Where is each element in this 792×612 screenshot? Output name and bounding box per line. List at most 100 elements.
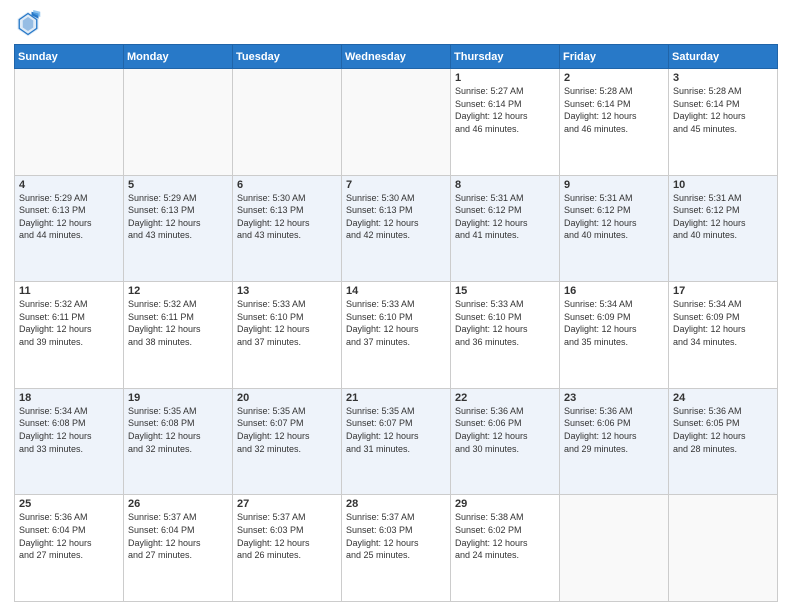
page: SundayMondayTuesdayWednesdayThursdayFrid… [0, 0, 792, 612]
day-number: 7 [346, 179, 446, 191]
day-info: Sunrise: 5:35 AM Sunset: 6:07 PM Dayligh… [346, 405, 446, 455]
day-number: 5 [128, 179, 228, 191]
day-info: Sunrise: 5:37 AM Sunset: 6:03 PM Dayligh… [346, 511, 446, 561]
calendar-day-27: 27Sunrise: 5:37 AM Sunset: 6:03 PM Dayli… [233, 495, 342, 602]
day-info: Sunrise: 5:34 AM Sunset: 6:09 PM Dayligh… [673, 298, 773, 348]
calendar-empty [15, 69, 124, 176]
calendar-day-23: 23Sunrise: 5:36 AM Sunset: 6:06 PM Dayli… [560, 388, 669, 495]
day-number: 18 [19, 392, 119, 404]
day-info: Sunrise: 5:36 AM Sunset: 6:04 PM Dayligh… [19, 511, 119, 561]
day-info: Sunrise: 5:36 AM Sunset: 6:05 PM Dayligh… [673, 405, 773, 455]
day-number: 20 [237, 392, 337, 404]
day-number: 25 [19, 498, 119, 510]
day-info: Sunrise: 5:37 AM Sunset: 6:04 PM Dayligh… [128, 511, 228, 561]
calendar-empty [233, 69, 342, 176]
calendar-day-28: 28Sunrise: 5:37 AM Sunset: 6:03 PM Dayli… [342, 495, 451, 602]
day-info: Sunrise: 5:33 AM Sunset: 6:10 PM Dayligh… [237, 298, 337, 348]
day-info: Sunrise: 5:28 AM Sunset: 6:14 PM Dayligh… [673, 85, 773, 135]
day-number: 19 [128, 392, 228, 404]
calendar-day-14: 14Sunrise: 5:33 AM Sunset: 6:10 PM Dayli… [342, 282, 451, 389]
calendar-header-friday: Friday [560, 45, 669, 69]
calendar-empty [669, 495, 778, 602]
logo-icon [14, 10, 42, 38]
day-info: Sunrise: 5:27 AM Sunset: 6:14 PM Dayligh… [455, 85, 555, 135]
calendar-day-13: 13Sunrise: 5:33 AM Sunset: 6:10 PM Dayli… [233, 282, 342, 389]
day-info: Sunrise: 5:32 AM Sunset: 6:11 PM Dayligh… [19, 298, 119, 348]
calendar-empty [342, 69, 451, 176]
calendar-body: 1Sunrise: 5:27 AM Sunset: 6:14 PM Daylig… [15, 69, 778, 602]
calendar-day-21: 21Sunrise: 5:35 AM Sunset: 6:07 PM Dayli… [342, 388, 451, 495]
calendar-day-3: 3Sunrise: 5:28 AM Sunset: 6:14 PM Daylig… [669, 69, 778, 176]
day-number: 17 [673, 285, 773, 297]
calendar-week-2: 4Sunrise: 5:29 AM Sunset: 6:13 PM Daylig… [15, 175, 778, 282]
day-info: Sunrise: 5:35 AM Sunset: 6:07 PM Dayligh… [237, 405, 337, 455]
calendar-header-thursday: Thursday [451, 45, 560, 69]
calendar-day-2: 2Sunrise: 5:28 AM Sunset: 6:14 PM Daylig… [560, 69, 669, 176]
calendar-table: SundayMondayTuesdayWednesdayThursdayFrid… [14, 44, 778, 602]
day-number: 24 [673, 392, 773, 404]
day-number: 23 [564, 392, 664, 404]
day-info: Sunrise: 5:31 AM Sunset: 6:12 PM Dayligh… [673, 192, 773, 242]
day-number: 28 [346, 498, 446, 510]
day-number: 4 [19, 179, 119, 191]
day-number: 22 [455, 392, 555, 404]
calendar-day-9: 9Sunrise: 5:31 AM Sunset: 6:12 PM Daylig… [560, 175, 669, 282]
calendar-empty [560, 495, 669, 602]
day-number: 9 [564, 179, 664, 191]
day-info: Sunrise: 5:38 AM Sunset: 6:02 PM Dayligh… [455, 511, 555, 561]
calendar-day-10: 10Sunrise: 5:31 AM Sunset: 6:12 PM Dayli… [669, 175, 778, 282]
day-number: 11 [19, 285, 119, 297]
day-info: Sunrise: 5:35 AM Sunset: 6:08 PM Dayligh… [128, 405, 228, 455]
calendar-header-sunday: Sunday [15, 45, 124, 69]
calendar-header-saturday: Saturday [669, 45, 778, 69]
day-info: Sunrise: 5:36 AM Sunset: 6:06 PM Dayligh… [564, 405, 664, 455]
day-info: Sunrise: 5:29 AM Sunset: 6:13 PM Dayligh… [19, 192, 119, 242]
calendar-day-22: 22Sunrise: 5:36 AM Sunset: 6:06 PM Dayli… [451, 388, 560, 495]
day-number: 8 [455, 179, 555, 191]
calendar-day-5: 5Sunrise: 5:29 AM Sunset: 6:13 PM Daylig… [124, 175, 233, 282]
day-info: Sunrise: 5:31 AM Sunset: 6:12 PM Dayligh… [564, 192, 664, 242]
day-number: 13 [237, 285, 337, 297]
calendar-week-3: 11Sunrise: 5:32 AM Sunset: 6:11 PM Dayli… [15, 282, 778, 389]
day-number: 2 [564, 72, 664, 84]
calendar-header-row: SundayMondayTuesdayWednesdayThursdayFrid… [15, 45, 778, 69]
day-number: 3 [673, 72, 773, 84]
calendar-empty [124, 69, 233, 176]
calendar-day-25: 25Sunrise: 5:36 AM Sunset: 6:04 PM Dayli… [15, 495, 124, 602]
day-info: Sunrise: 5:33 AM Sunset: 6:10 PM Dayligh… [346, 298, 446, 348]
day-info: Sunrise: 5:28 AM Sunset: 6:14 PM Dayligh… [564, 85, 664, 135]
day-number: 21 [346, 392, 446, 404]
calendar-day-29: 29Sunrise: 5:38 AM Sunset: 6:02 PM Dayli… [451, 495, 560, 602]
calendar-week-5: 25Sunrise: 5:36 AM Sunset: 6:04 PM Dayli… [15, 495, 778, 602]
day-number: 6 [237, 179, 337, 191]
day-info: Sunrise: 5:30 AM Sunset: 6:13 PM Dayligh… [346, 192, 446, 242]
calendar-day-24: 24Sunrise: 5:36 AM Sunset: 6:05 PM Dayli… [669, 388, 778, 495]
day-info: Sunrise: 5:29 AM Sunset: 6:13 PM Dayligh… [128, 192, 228, 242]
calendar-day-7: 7Sunrise: 5:30 AM Sunset: 6:13 PM Daylig… [342, 175, 451, 282]
calendar-day-4: 4Sunrise: 5:29 AM Sunset: 6:13 PM Daylig… [15, 175, 124, 282]
calendar-day-1: 1Sunrise: 5:27 AM Sunset: 6:14 PM Daylig… [451, 69, 560, 176]
day-number: 14 [346, 285, 446, 297]
calendar-header-tuesday: Tuesday [233, 45, 342, 69]
day-info: Sunrise: 5:33 AM Sunset: 6:10 PM Dayligh… [455, 298, 555, 348]
calendar-week-4: 18Sunrise: 5:34 AM Sunset: 6:08 PM Dayli… [15, 388, 778, 495]
day-number: 29 [455, 498, 555, 510]
day-info: Sunrise: 5:32 AM Sunset: 6:11 PM Dayligh… [128, 298, 228, 348]
calendar-day-16: 16Sunrise: 5:34 AM Sunset: 6:09 PM Dayli… [560, 282, 669, 389]
day-info: Sunrise: 5:30 AM Sunset: 6:13 PM Dayligh… [237, 192, 337, 242]
day-info: Sunrise: 5:34 AM Sunset: 6:08 PM Dayligh… [19, 405, 119, 455]
day-number: 26 [128, 498, 228, 510]
day-info: Sunrise: 5:37 AM Sunset: 6:03 PM Dayligh… [237, 511, 337, 561]
calendar-header-wednesday: Wednesday [342, 45, 451, 69]
calendar-day-6: 6Sunrise: 5:30 AM Sunset: 6:13 PM Daylig… [233, 175, 342, 282]
day-number: 16 [564, 285, 664, 297]
calendar-day-12: 12Sunrise: 5:32 AM Sunset: 6:11 PM Dayli… [124, 282, 233, 389]
calendar-day-18: 18Sunrise: 5:34 AM Sunset: 6:08 PM Dayli… [15, 388, 124, 495]
calendar-day-8: 8Sunrise: 5:31 AM Sunset: 6:12 PM Daylig… [451, 175, 560, 282]
calendar-header-monday: Monday [124, 45, 233, 69]
day-number: 1 [455, 72, 555, 84]
calendar-day-20: 20Sunrise: 5:35 AM Sunset: 6:07 PM Dayli… [233, 388, 342, 495]
logo [14, 10, 46, 38]
day-info: Sunrise: 5:36 AM Sunset: 6:06 PM Dayligh… [455, 405, 555, 455]
day-number: 10 [673, 179, 773, 191]
